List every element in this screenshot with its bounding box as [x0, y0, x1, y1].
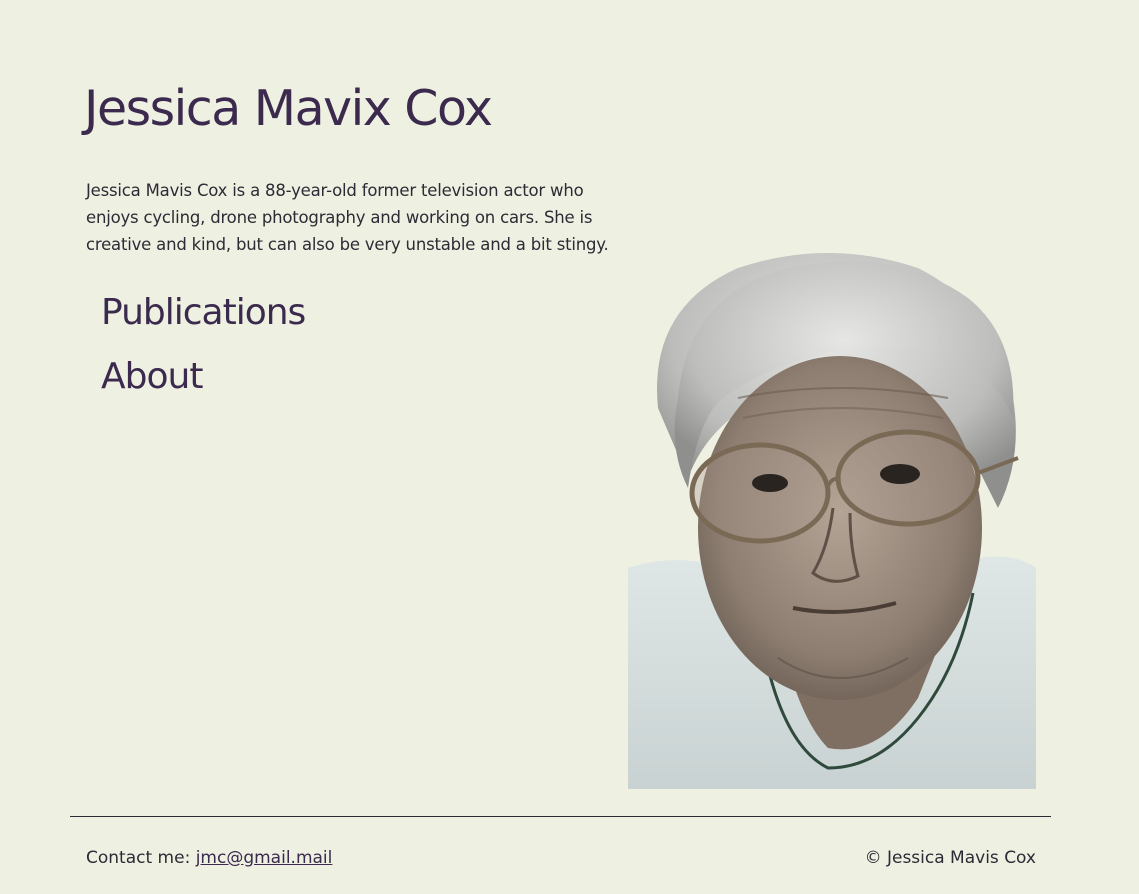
- nav-item-about: About: [101, 353, 305, 417]
- nav-link-about[interactable]: About: [101, 353, 305, 417]
- contact-email-link[interactable]: jmc@gmail.mail: [196, 848, 333, 868]
- copyright-text: © Jessica Mavis Cox: [864, 848, 1036, 868]
- bio-text: Jessica Mavis Cox is a 88-year-old forme…: [86, 181, 609, 254]
- footer-contact: Contact me: jmc@gmail.mail: [86, 846, 332, 870]
- portrait-illustration: [628, 253, 1036, 789]
- page-title: Jessica Mavix Cox: [84, 80, 493, 137]
- contact-label: Contact me:: [86, 848, 196, 868]
- nav-link-publications[interactable]: Publications: [101, 289, 306, 353]
- nav-item-publications: Publications: [101, 289, 306, 353]
- footer-divider: [70, 816, 1051, 817]
- main-nav: Publications About: [101, 289, 306, 417]
- portrait-photo: [628, 248, 1036, 789]
